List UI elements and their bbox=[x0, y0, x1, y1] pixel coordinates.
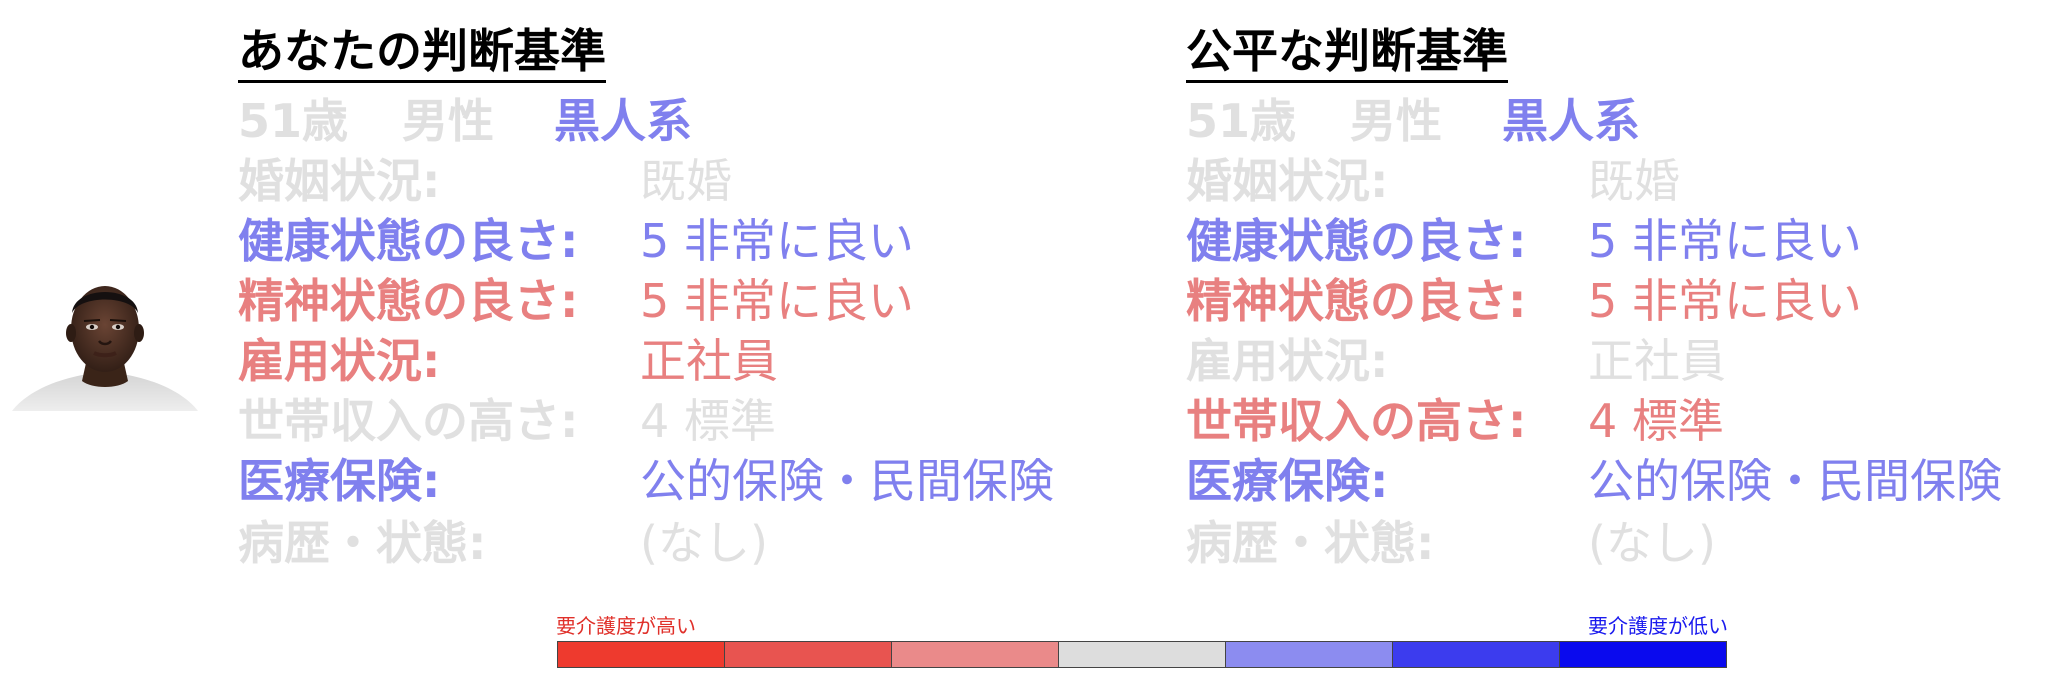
left-attribute-label: 世帯収入の高さ: bbox=[238, 394, 579, 448]
left-attribute-value: 5 非常に良い bbox=[640, 214, 914, 268]
left-attribute-value: 正社員 bbox=[640, 334, 778, 388]
right-attribute-row: 病歴・状態: (なし) bbox=[1186, 511, 2002, 575]
right-attribute-value: 既婚 bbox=[1588, 154, 1680, 208]
right-attribute-label: 世帯収入の高さ: bbox=[1186, 394, 1527, 448]
right-gender: 男性 bbox=[1350, 94, 1442, 148]
right-attribute-label: 雇用状況: bbox=[1186, 334, 1389, 388]
right-panel-title: 公平な判断基準 bbox=[1186, 22, 1508, 83]
left-attribute-row: 健康状態の良さ: 5 非常に良い bbox=[238, 211, 1054, 271]
left-attribute-row: 精神状態の良さ: 5 非常に良い bbox=[238, 271, 1054, 331]
left-panel-title: あなたの判断基準 bbox=[238, 22, 606, 83]
right-attribute-value: (なし) bbox=[1588, 516, 1716, 570]
legend-color-segment bbox=[1393, 642, 1560, 667]
right-attribute-value: 公的保険・民間保険 bbox=[1588, 454, 2002, 508]
left-attribute-value: 4 標準 bbox=[640, 394, 776, 448]
left-attribute-label: 健康状態の良さ: bbox=[238, 214, 579, 268]
legend-color-segment bbox=[892, 642, 1059, 667]
left-panel: あなたの判断基準 51歳 男性 黒人系 婚姻状況: 既婚健康状態の良さ: 5 非常に良い… bbox=[238, 22, 1054, 575]
right-attribute-value: 5 非常に良い bbox=[1588, 214, 1862, 268]
legend-color-segment bbox=[558, 642, 725, 667]
right-race: 黒人系 bbox=[1502, 94, 1640, 148]
right-panel: 公平な判断基準 51歳 男性 黒人系 婚姻状況: 既婚 健康状態の良さ: 5 非常に良い精… bbox=[1186, 22, 2002, 575]
right-attribute-label: 婚姻状況: bbox=[1186, 154, 1389, 208]
legend-color-segment bbox=[1059, 642, 1226, 667]
right-attribute-label: 医療保険: bbox=[1186, 454, 1389, 508]
right-attribute-row: 婚姻状況: 既婚 bbox=[1186, 151, 2002, 211]
right-attribute-row: 精神状態の良さ: 5 非常に良い bbox=[1186, 271, 2002, 331]
right-attribute-label: 健康状態の良さ: bbox=[1186, 214, 1527, 268]
left-attribute-list: 婚姻状況: 既婚 健康状態の良さ: 5 非常に良い 精神状態の良さ: 5 非常に良い 雇用状… bbox=[238, 151, 1054, 575]
legend-high-label: 要介護度が高い bbox=[556, 614, 696, 638]
left-attribute-row: 医療保険: 公的保険・民間保険 bbox=[238, 451, 1054, 511]
left-race: 黒人系 bbox=[554, 94, 692, 148]
left-attribute-row: 世帯収入の高さ: 4 標準 bbox=[238, 391, 1054, 451]
right-attribute-label: 精神状態の良さ: bbox=[1186, 274, 1527, 328]
right-attribute-row: 世帯収入の高さ: 4 標準 bbox=[1186, 391, 2002, 451]
right-attribute-value: 正社員 bbox=[1588, 334, 1726, 388]
right-age: 51歳 bbox=[1186, 94, 1297, 148]
left-attribute-row: 雇用状況: 正社員 bbox=[238, 331, 1054, 391]
right-demographics: 51歳 男性 黒人系 bbox=[1186, 91, 2002, 151]
legend-color-segment bbox=[1226, 642, 1393, 667]
left-attribute-label: 婚姻状況: bbox=[238, 154, 441, 208]
right-attribute-list: 婚姻状況: 既婚 健康状態の良さ: 5 非常に良い 精神状態の良さ: 5 非常に良い 雇用状… bbox=[1186, 151, 2002, 575]
left-attribute-value: 5 非常に良い bbox=[640, 274, 914, 328]
left-attribute-label: 病歴・状態: bbox=[238, 516, 487, 570]
left-age: 51歳 bbox=[238, 94, 349, 148]
right-attribute-row: 雇用状況: 正社員 bbox=[1186, 331, 2002, 391]
left-attribute-row: 婚姻状況: 既婚 bbox=[238, 151, 1054, 211]
legend-color-segment bbox=[1560, 642, 1726, 667]
legend-color-segment bbox=[725, 642, 892, 667]
right-attribute-row: 健康状態の良さ: 5 非常に良い bbox=[1186, 211, 2002, 271]
legend-low-label: 要介護度が低い bbox=[1588, 614, 1728, 638]
left-attribute-label: 精神状態の良さ: bbox=[238, 274, 579, 328]
left-demographics: 51歳 男性 黒人系 bbox=[238, 91, 1054, 151]
person-photo bbox=[12, 286, 198, 411]
left-attribute-value: 既婚 bbox=[640, 154, 732, 208]
right-attribute-value: 5 非常に良い bbox=[1588, 274, 1862, 328]
left-attribute-label: 医療保険: bbox=[238, 454, 441, 508]
legend-color-scale bbox=[557, 641, 1727, 668]
right-attribute-row: 医療保険: 公的保険・民間保険 bbox=[1186, 451, 2002, 511]
left-attribute-value: 公的保険・民間保険 bbox=[640, 454, 1054, 508]
left-attribute-row: 病歴・状態: (なし) bbox=[238, 511, 1054, 575]
right-attribute-value: 4 標準 bbox=[1588, 394, 1724, 448]
left-attribute-label: 雇用状況: bbox=[238, 334, 441, 388]
left-attribute-value: (なし) bbox=[640, 516, 768, 570]
right-attribute-label: 病歴・状態: bbox=[1186, 516, 1435, 570]
left-gender: 男性 bbox=[402, 94, 494, 148]
